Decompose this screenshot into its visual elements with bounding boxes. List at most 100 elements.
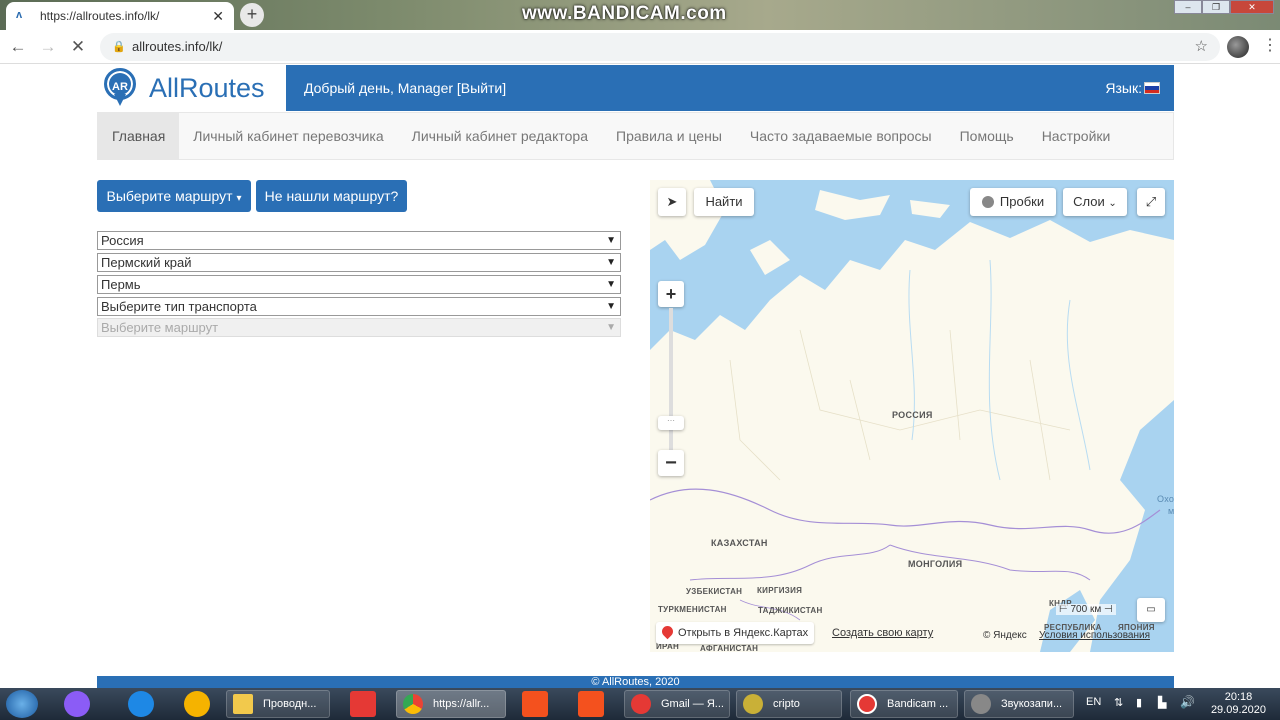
geolocation-icon[interactable]: ➤ xyxy=(658,188,686,216)
nav-item-carrier-cabinet[interactable]: Личный кабинет перевозчика xyxy=(179,113,397,159)
map-traffic-button[interactable]: Пробки xyxy=(970,188,1056,216)
browser-toolbar: ← → ✕ 🔒 allroutes.info/lk/ ☆ ⋮ xyxy=(0,30,1280,64)
windows-taskbar: Проводн... https://allr... Gmail — Я... … xyxy=(0,688,1280,720)
site-logo[interactable]: AR AllRoutes xyxy=(104,68,265,108)
russian-flag-icon[interactable] xyxy=(1144,82,1160,94)
taskbar-gmail[interactable]: Gmail — Я... xyxy=(624,690,730,718)
nav-item-settings[interactable]: Настройки xyxy=(1028,113,1125,159)
browser-tab-strip: ᴧ https://allroutes.info/lk/ ✕ + www.BAN… xyxy=(0,0,1280,30)
taskbar-explorer[interactable]: Проводн... xyxy=(226,690,330,718)
terms-of-use-link[interactable]: Условия использования xyxy=(1039,630,1150,641)
chevron-down-icon: ▼ xyxy=(606,235,616,246)
menu-kebab-icon[interactable]: ⋮ xyxy=(1262,35,1278,55)
back-arrow-icon[interactable]: ← xyxy=(7,36,29,58)
choose-route-button[interactable]: Выберите маршрут ▾ xyxy=(97,180,251,212)
taskbar-chrome[interactable]: https://allr... xyxy=(396,690,506,718)
nav-item-rules-prices[interactable]: Правила и цены xyxy=(602,113,736,159)
nav-item-home[interactable]: Главная xyxy=(98,113,180,159)
zoom-in-button[interactable]: + xyxy=(658,281,684,307)
tray-arrows-icon[interactable]: ⇅ xyxy=(1114,696,1123,709)
map-find-button[interactable]: Найти xyxy=(694,188,754,216)
main-nav: Главная Личный кабинет перевозчика Личны… xyxy=(97,112,1174,160)
internet-explorer-icon[interactable] xyxy=(128,691,154,717)
zoom-slider-handle[interactable]: ⋯ xyxy=(658,416,684,430)
open-in-yandex-button[interactable]: Открыть в Яндекс.Картах xyxy=(656,622,815,644)
battery-icon[interactable]: ▮ xyxy=(1136,696,1142,709)
start-button-icon[interactable] xyxy=(6,690,38,718)
close-window-button[interactable]: ✕ xyxy=(1230,0,1274,14)
open-in-yandex-label: Открыть в Яндекс.Картах xyxy=(678,627,809,639)
nav-item-help[interactable]: Помощь xyxy=(946,113,1028,159)
forward-arrow-icon[interactable]: → xyxy=(37,36,59,58)
map-scale: ⊢ 700 км ⊣ xyxy=(1056,604,1116,615)
route-value: Выберите маршрут xyxy=(101,320,219,335)
crypto-icon xyxy=(743,694,763,714)
scale-value: 700 км xyxy=(1070,604,1102,615)
map-label-russia: РОССИЯ xyxy=(892,410,933,420)
region-select[interactable]: Пермский край ▼ xyxy=(97,253,621,272)
maximize-button[interactable]: ❐ xyxy=(1202,0,1230,14)
volume-icon[interactable]: 🔊 xyxy=(1180,695,1195,709)
chevron-down-icon: ▼ xyxy=(606,279,616,290)
browser-tab[interactable]: ᴧ https://allroutes.info/lk/ ✕ xyxy=(6,2,234,30)
country-select[interactable]: Россия ▼ xyxy=(97,231,621,250)
city-select[interactable]: Пермь ▼ xyxy=(97,275,621,294)
zoom-out-button[interactable]: − xyxy=(658,450,684,476)
microphone-icon xyxy=(971,694,991,714)
ruler-icon[interactable]: ▭ xyxy=(1137,598,1165,622)
lock-icon: 🔒 xyxy=(112,41,126,53)
alice-icon[interactable] xyxy=(64,691,90,717)
transport-value: Выберите тип транспорта xyxy=(101,299,257,314)
map-copyright: © Яндекс xyxy=(983,630,1027,641)
site-favicon-icon: ᴧ xyxy=(16,9,23,21)
tab-title: https://allroutes.info/lk/ xyxy=(40,9,160,23)
screenshot-app-icon[interactable] xyxy=(522,691,548,717)
chevron-down-icon: ▼ xyxy=(606,322,616,333)
yandex-map[interactable]: ➤ Найти Пробки Слои ⌄ ⤢ + ⋯ − РОССИЯ КАЗ… xyxy=(650,180,1174,652)
profile-avatar[interactable] xyxy=(1227,36,1249,58)
yandex-icon xyxy=(631,694,651,714)
network-icon[interactable]: ▙ xyxy=(1158,696,1166,709)
close-tab-icon[interactable]: ✕ xyxy=(212,8,224,25)
nav-item-faq[interactable]: Часто задаваемые вопросы xyxy=(736,113,946,159)
map-label-ocean-2: м xyxy=(1168,506,1174,516)
zoom-slider-track[interactable] xyxy=(669,308,673,456)
greeting-text[interactable]: Добрый день, Manager [Выйти] xyxy=(304,80,506,96)
bookmark-star-icon[interactable]: ☆ xyxy=(1195,33,1208,61)
app-triangle-icon[interactable] xyxy=(184,691,210,717)
recorder-watermark: www.BANDICAM.com xyxy=(522,3,727,24)
map-label-kyrgyzstan: КИРГИЗИЯ xyxy=(757,586,803,595)
site-footer: © AllRoutes, 2020 xyxy=(97,676,1174,688)
map-pin-icon: AR xyxy=(104,68,136,108)
minimize-button[interactable]: – xyxy=(1174,0,1202,14)
create-map-link[interactable]: Создать свою карту xyxy=(832,627,933,639)
city-value: Пермь xyxy=(101,277,141,292)
camera-app-icon[interactable] xyxy=(578,691,604,717)
map-label-uzbekistan: УЗБЕКИСТАН xyxy=(686,587,743,596)
stop-loading-icon[interactable]: ✕ xyxy=(67,36,89,58)
choose-route-label: Выберите маршрут xyxy=(106,188,233,204)
map-label-ocean: Охо xyxy=(1157,494,1174,504)
nav-item-editor-cabinet[interactable]: Личный кабинет редактора xyxy=(398,113,602,159)
route-not-found-button[interactable]: Не нашли маршрут? xyxy=(256,180,407,212)
region-value: Пермский край xyxy=(101,255,192,270)
url-text: allroutes.info/lk/ xyxy=(132,39,223,54)
traffic-light-icon xyxy=(981,196,994,208)
chevron-down-icon: ⌄ xyxy=(1108,198,1117,209)
system-clock[interactable]: 20:18 29.09.2020 xyxy=(1211,691,1266,717)
address-bar[interactable]: 🔒 allroutes.info/lk/ ☆ xyxy=(100,33,1220,61)
clock-time: 20:18 xyxy=(1224,691,1253,703)
map-layers-button[interactable]: Слои ⌄ xyxy=(1063,188,1127,216)
taskbar-sound-recorder[interactable]: Звукозапи... xyxy=(964,690,1074,718)
dropdown-caret-icon: ▾ xyxy=(236,193,242,204)
new-tab-button[interactable]: + xyxy=(240,3,264,27)
traffic-label: Пробки xyxy=(999,194,1045,209)
taskbar-bandicam[interactable]: Bandicam ... xyxy=(850,690,958,718)
fullscreen-icon[interactable]: ⤢ xyxy=(1137,188,1165,216)
taskbar-cripto[interactable]: cripto xyxy=(736,690,842,718)
record-icon xyxy=(857,694,877,714)
user-bar: Добрый день, Manager [Выйти] Язык: xyxy=(286,65,1174,111)
yandex-browser-icon[interactable] xyxy=(350,691,376,717)
transport-type-select[interactable]: Выберите тип транспорта ▼ xyxy=(97,297,621,316)
keyboard-language[interactable]: EN xyxy=(1086,696,1101,708)
